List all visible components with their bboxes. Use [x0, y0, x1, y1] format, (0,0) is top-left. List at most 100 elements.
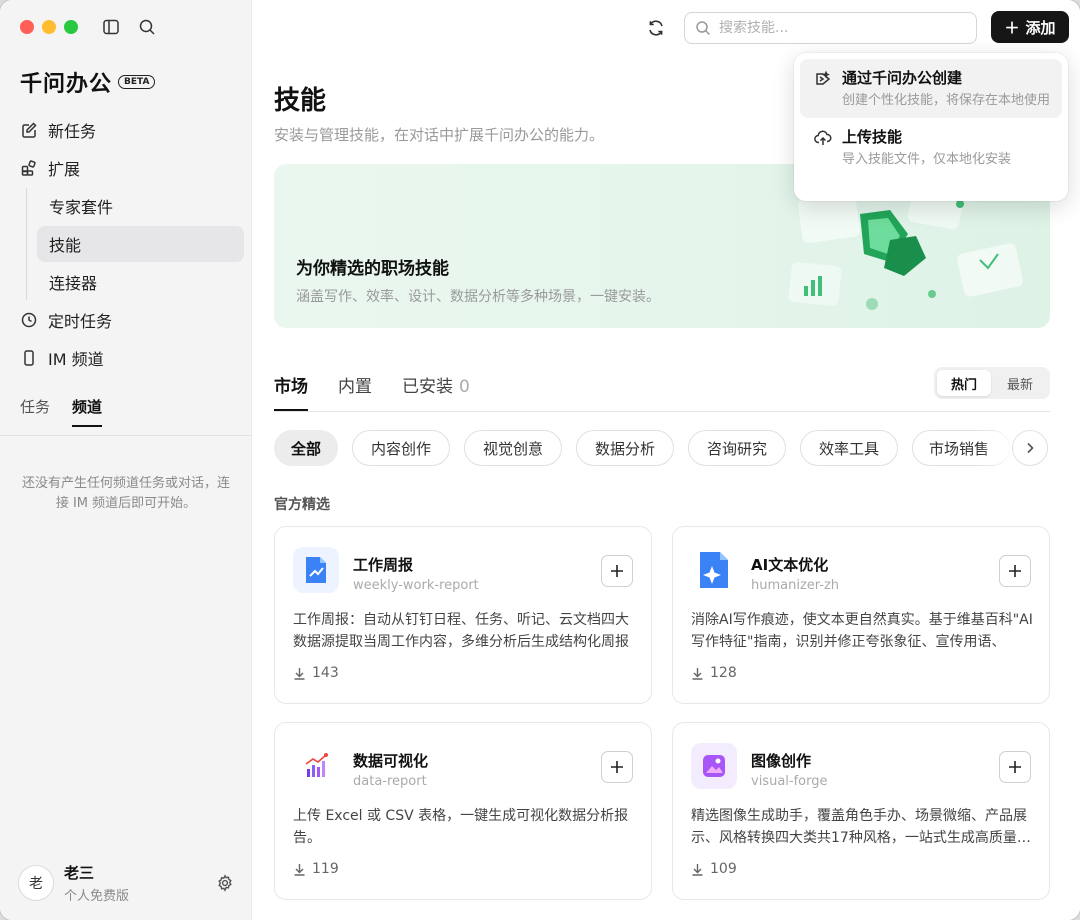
- close-window-button[interactable]: [20, 20, 34, 34]
- card-slug: humanizer-zh: [751, 578, 840, 593]
- category-chips: 全部 内容创作 视觉创意 数据分析 咨询研究 效率工具 市场销售: [274, 430, 1050, 466]
- skill-card-data-visualization[interactable]: 数据可视化 data-report 上传 Excel 或 CSV 表格，一键生成…: [274, 722, 652, 900]
- chip-content-creation[interactable]: 内容创作: [352, 430, 450, 466]
- tab-channels[interactable]: 频道: [72, 396, 103, 427]
- tab-label: 已安装: [402, 377, 453, 397]
- search-input[interactable]: [719, 20, 966, 36]
- card-title: 工作周报: [353, 556, 414, 574]
- download-count: 109: [691, 861, 737, 877]
- plus-icon: [611, 565, 623, 577]
- image-icon: [691, 743, 737, 789]
- user-plan: 个人免费版: [64, 889, 130, 904]
- avatar[interactable]: 老: [18, 865, 54, 901]
- sidebar-item-connectors[interactable]: 连接器: [37, 264, 244, 300]
- bar-trend-icon: [293, 743, 339, 789]
- user-info: 老三 个人免费版: [64, 862, 129, 904]
- sidebar: 千问办公 BETA 新任务 扩展 专家套件 技能 连接器 定时任务 IM 频道 …: [0, 0, 252, 920]
- sort-latest[interactable]: 最新: [993, 370, 1047, 396]
- create-skill-icon: [816, 70, 831, 85]
- phone-icon: [24, 350, 34, 366]
- download-count: 119: [293, 861, 339, 877]
- window-controls: [20, 20, 78, 34]
- tab-market[interactable]: 市场: [274, 372, 308, 411]
- add-button[interactable]: ＋ 添加: [991, 11, 1069, 43]
- install-skill-button[interactable]: [999, 555, 1031, 587]
- chip-productivity-tools[interactable]: 效率工具: [800, 430, 898, 466]
- menu-item-description: 导入技能文件，仅本地化安装: [842, 152, 1012, 167]
- sidebar-item-label: 新任务: [48, 122, 97, 141]
- sort-hot[interactable]: 热门: [937, 370, 991, 396]
- beta-badge: BETA: [118, 75, 156, 89]
- chip-all[interactable]: 全部: [274, 430, 338, 466]
- sidebar-nav: 新任务 扩展 专家套件 技能 连接器 定时任务 IM 频道: [12, 112, 244, 378]
- banner-subtitle: 涵盖写作、效率、设计、数据分析等多种场景，一键安装。: [296, 289, 660, 305]
- card-description: 上传 Excel 或 CSV 表格，一键生成可视化数据分析报告。: [293, 808, 629, 846]
- install-skill-button[interactable]: [601, 751, 633, 783]
- search-icon[interactable]: [138, 18, 156, 36]
- sidebar-item-label: 定时任务: [48, 312, 113, 331]
- install-skill-button[interactable]: [999, 751, 1031, 783]
- chip-visual-creative[interactable]: 视觉创意: [464, 430, 562, 466]
- sidebar-item-label: IM 频道: [48, 350, 104, 369]
- skill-card-ai-text-optimize[interactable]: AI文本优化 humanizer-zh 消除AI写作痕迹，使文本更自然真实。基于…: [672, 526, 1050, 704]
- download-count-value: 109: [710, 861, 737, 877]
- skill-card-image-creation[interactable]: 图像创作 visual-forge 精选图像生成助手，覆盖角色手办、场景微缩、产…: [672, 722, 1050, 900]
- menu-item-title: 通过千问办公创建: [842, 69, 963, 87]
- menu-item-create-skill[interactable]: 通过千问办公创建 创建个性化技能，将保存在本地使用: [800, 59, 1062, 118]
- upload-cloud-icon: [814, 130, 832, 145]
- tab-tasks[interactable]: 任务: [20, 396, 50, 427]
- chart-doc-icon: [293, 547, 339, 593]
- page-subtitle: 安装与管理技能，在对话中扩展千问办公的能力。: [274, 126, 605, 144]
- sparkle-doc-icon: [691, 547, 737, 593]
- install-skill-button[interactable]: [601, 555, 633, 587]
- zoom-window-button[interactable]: [64, 20, 78, 34]
- brand: 千问办公 BETA: [20, 66, 156, 98]
- brand-name: 千问办公: [20, 72, 113, 97]
- banner-title: 为你精选的职场技能: [296, 259, 449, 279]
- sidebar-item-scheduled-tasks[interactable]: 定时任务: [12, 302, 244, 338]
- sidebar-item-skills[interactable]: 技能: [37, 226, 244, 262]
- download-icon: [294, 667, 305, 680]
- refresh-icon[interactable]: [646, 18, 666, 38]
- skill-tabs: 市场 内置 已安装 0 热门 最新: [274, 367, 1050, 412]
- plus-icon: ＋: [1004, 18, 1020, 37]
- skill-card-weekly-report[interactable]: 工作周报 weekly-work-report 工作周报：自动从钉钉日程、任务、…: [274, 526, 652, 704]
- card-slug: visual-forge: [751, 774, 828, 789]
- card-title: 数据可视化: [353, 752, 429, 770]
- plus-icon: [611, 761, 623, 773]
- sidebar-tabs: 任务 频道: [20, 396, 252, 427]
- extensions-icon: [21, 160, 36, 176]
- sidebar-item-im-channel[interactable]: IM 频道: [12, 340, 244, 376]
- sidebar-item-expert-kits[interactable]: 专家套件: [37, 188, 244, 224]
- download-count-value: 119: [312, 861, 339, 877]
- tab-builtin[interactable]: 内置: [338, 372, 372, 409]
- menu-item-description: 创建个性化技能，将保存在本地使用: [842, 93, 1051, 108]
- download-icon: [294, 863, 305, 876]
- menu-item-upload-skill[interactable]: 上传技能 导入技能文件，仅本地化安装: [800, 118, 1062, 177]
- card-title: 图像创作: [751, 752, 812, 770]
- chip-data-analysis[interactable]: 数据分析: [576, 430, 674, 466]
- menu-item-title: 上传技能: [842, 128, 903, 146]
- gear-icon[interactable]: [216, 874, 234, 892]
- installed-count: 0: [459, 377, 470, 397]
- sidebar-item-extensions[interactable]: 扩展: [12, 150, 244, 186]
- minimize-window-button[interactable]: [42, 20, 56, 34]
- sidebar-item-new-task[interactable]: 新任务: [12, 112, 244, 148]
- plus-icon: [1009, 761, 1021, 773]
- card-description: 精选图像生成助手，覆盖角色手办、场景微缩、产品展示、风格转换四大类共17种风格，…: [691, 808, 1031, 846]
- sidebar-toggle-icon[interactable]: [102, 18, 120, 36]
- download-count: 143: [293, 665, 339, 681]
- card-slug: weekly-work-report: [353, 578, 479, 593]
- add-button-label: 添加: [1025, 18, 1056, 37]
- search-box[interactable]: [684, 12, 977, 44]
- user-name: 老三: [64, 864, 95, 882]
- chip-consulting-research[interactable]: 咨询研究: [688, 430, 786, 466]
- user-profile[interactable]: 老 老三 个人免费版: [18, 862, 234, 904]
- sort-toggle: 热门 最新: [934, 367, 1050, 399]
- plus-icon: [1009, 565, 1021, 577]
- chip-scroll-right-button[interactable]: [1012, 430, 1048, 466]
- extensions-submenu: 专家套件 技能 连接器: [26, 188, 244, 300]
- tab-installed[interactable]: 已安装 0: [402, 372, 470, 409]
- chevron-right-icon: [1027, 442, 1034, 454]
- search-icon: [696, 21, 711, 36]
